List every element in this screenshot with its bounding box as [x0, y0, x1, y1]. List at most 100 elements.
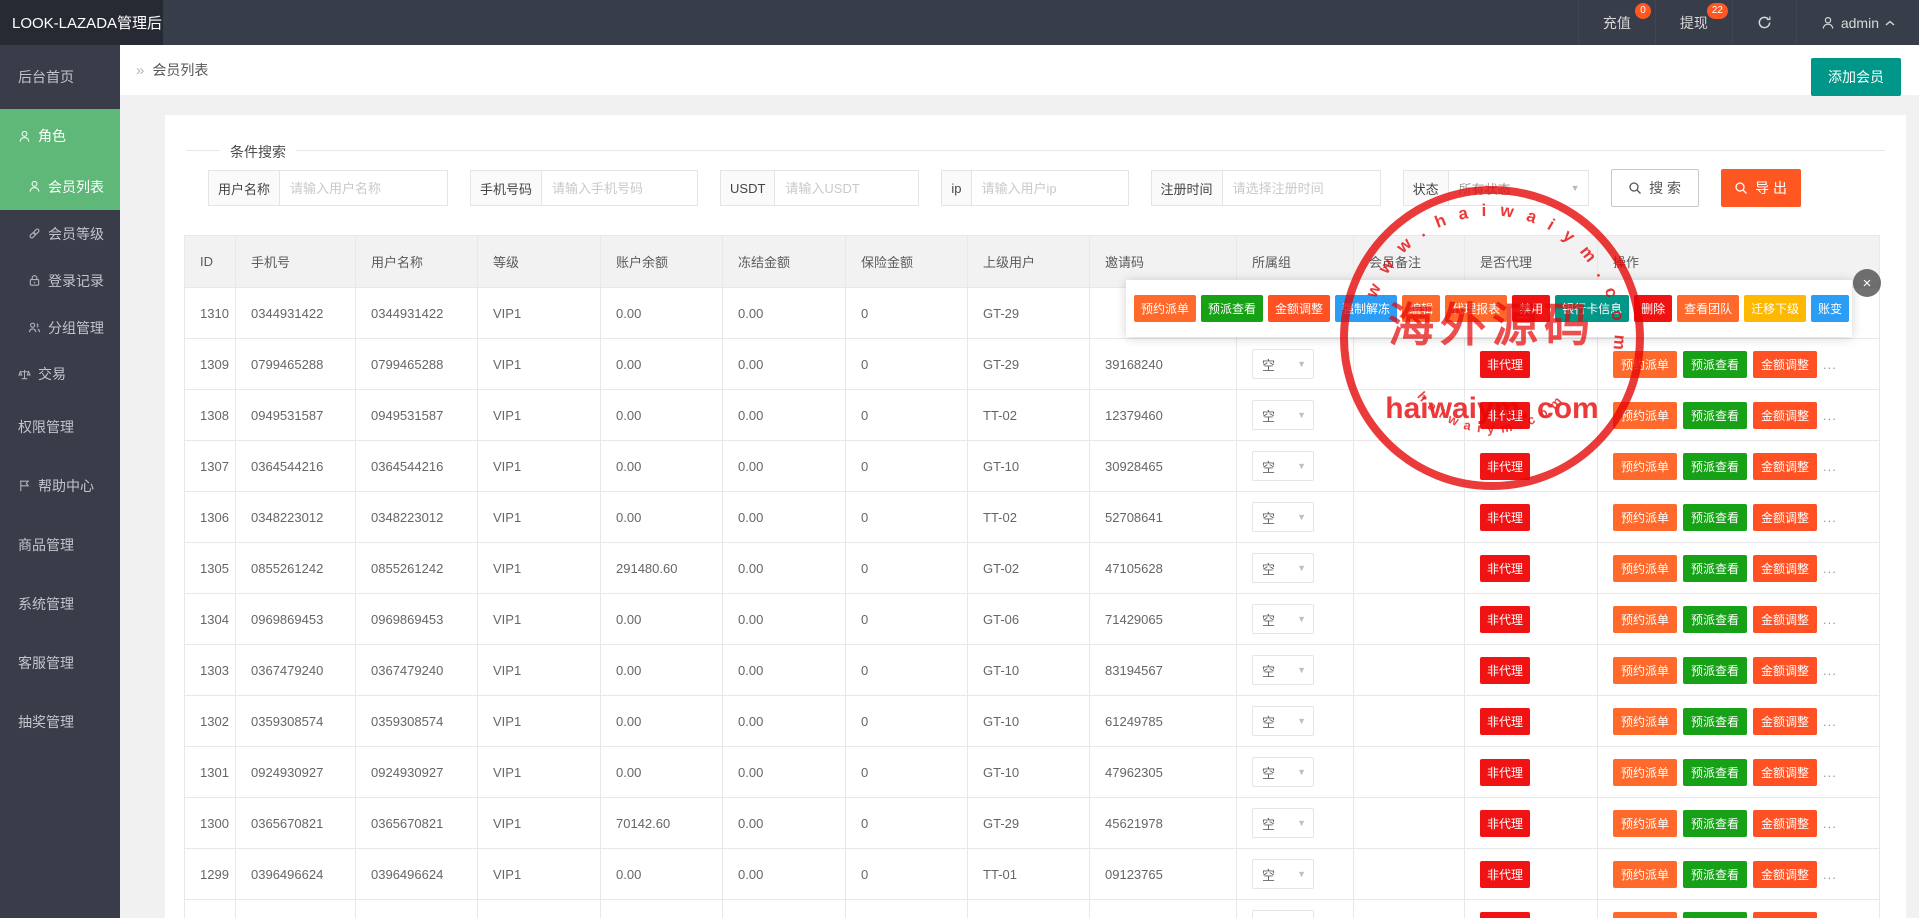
group-select[interactable]: 空▼: [1252, 349, 1314, 379]
expanded-action-button[interactable]: 金额调整: [1268, 295, 1330, 322]
action-button[interactable]: 预派查看: [1683, 555, 1747, 582]
action-button[interactable]: 预派查看: [1683, 861, 1747, 888]
action-button[interactable]: 金额调整: [1753, 504, 1817, 531]
action-button[interactable]: 预约派单: [1613, 861, 1677, 888]
search-button[interactable]: 搜 索: [1611, 169, 1699, 207]
more-actions-ellipsis[interactable]: ...: [1823, 867, 1837, 882]
action-button[interactable]: 预约派单: [1613, 657, 1677, 684]
more-actions-ellipsis[interactable]: ...: [1823, 510, 1837, 525]
more-actions-ellipsis[interactable]: ...: [1823, 357, 1837, 372]
action-button[interactable]: 预派查看: [1683, 606, 1747, 633]
export-button[interactable]: 导 出: [1721, 169, 1801, 207]
group-select[interactable]: 空▼: [1252, 859, 1314, 889]
sidebar-item-4[interactable]: 会员等级: [0, 210, 120, 257]
action-button[interactable]: 预派查看: [1683, 453, 1747, 480]
group-select[interactable]: 空▼: [1252, 910, 1314, 918]
action-button[interactable]: 预派查看: [1683, 708, 1747, 735]
action-button[interactable]: 金额调整: [1753, 759, 1817, 786]
sidebar-item-6[interactable]: 分组管理: [0, 304, 120, 351]
action-button[interactable]: 预派查看: [1683, 402, 1747, 429]
sidebar-item-7[interactable]: 交易: [0, 351, 120, 397]
sidebar-item-13[interactable]: 抽奖管理: [0, 692, 120, 751]
expanded-action-button[interactable]: 禁用: [1512, 295, 1550, 322]
cell-group: 空▼: [1237, 441, 1354, 492]
action-button[interactable]: 金额调整: [1753, 861, 1817, 888]
expanded-action-button[interactable]: 账变: [1811, 295, 1849, 322]
action-button[interactable]: 金额调整: [1753, 453, 1817, 480]
close-icon[interactable]: ×: [1853, 269, 1881, 297]
action-button[interactable]: 预派查看: [1683, 504, 1747, 531]
filter-input[interactable]: [542, 170, 698, 206]
sidebar-item-11[interactable]: 系统管理: [0, 574, 120, 633]
sidebar-item-12[interactable]: 客服管理: [0, 633, 120, 692]
action-button[interactable]: 金额调整: [1753, 555, 1817, 582]
group-select[interactable]: 空▼: [1252, 655, 1314, 685]
add-member-button[interactable]: 添加会员: [1811, 58, 1901, 96]
action-button[interactable]: 预约派单: [1613, 912, 1677, 918]
status-select[interactable]: 所有状态▼: [1449, 170, 1589, 206]
action-button[interactable]: 金额调整: [1753, 351, 1817, 378]
cell-frozen: 0.00: [723, 798, 846, 849]
group-select[interactable]: 空▼: [1252, 400, 1314, 430]
action-button[interactable]: 预约派单: [1613, 759, 1677, 786]
expanded-action-button[interactable]: 强制解冻: [1335, 295, 1397, 322]
action-button[interactable]: 预约派单: [1613, 555, 1677, 582]
group-select[interactable]: 空▼: [1252, 706, 1314, 736]
expanded-action-button[interactable]: 删除: [1634, 295, 1672, 322]
more-actions-ellipsis[interactable]: ...: [1823, 765, 1837, 780]
action-button[interactable]: 预派查看: [1683, 759, 1747, 786]
action-button[interactable]: 预约派单: [1613, 810, 1677, 837]
action-button[interactable]: 预约派单: [1613, 504, 1677, 531]
action-button[interactable]: 金额调整: [1753, 402, 1817, 429]
action-button[interactable]: 预约派单: [1613, 606, 1677, 633]
group-select[interactable]: 空▼: [1252, 808, 1314, 838]
recharge-menu-item[interactable]: 充值 0: [1578, 0, 1655, 45]
expanded-action-button[interactable]: 查看团队: [1677, 295, 1739, 322]
sidebar-item-10[interactable]: 商品管理: [0, 515, 120, 574]
action-button[interactable]: 金额调整: [1753, 606, 1817, 633]
sidebar-item-5[interactable]: 登录记录: [0, 257, 120, 304]
more-actions-ellipsis[interactable]: ...: [1823, 612, 1837, 627]
group-select[interactable]: 空▼: [1252, 553, 1314, 583]
more-actions-ellipsis[interactable]: ...: [1823, 459, 1837, 474]
group-select[interactable]: 空▼: [1252, 451, 1314, 481]
action-button[interactable]: 预派查看: [1683, 657, 1747, 684]
action-button[interactable]: 金额调整: [1753, 708, 1817, 735]
more-actions-ellipsis[interactable]: ...: [1823, 714, 1837, 729]
sidebar-item-3[interactable]: 会员列表: [0, 163, 120, 210]
filter-input[interactable]: [972, 170, 1129, 206]
group-select[interactable]: 空▼: [1252, 502, 1314, 532]
group-select[interactable]: 空▼: [1252, 604, 1314, 634]
refresh-button[interactable]: [1732, 0, 1796, 45]
sidebar-item-9[interactable]: 帮助中心: [0, 456, 120, 515]
filter-input[interactable]: [280, 170, 448, 206]
action-button[interactable]: 金额调整: [1753, 657, 1817, 684]
sidebar-item-8[interactable]: 权限管理: [0, 397, 120, 456]
action-button[interactable]: 金额调整: [1753, 810, 1817, 837]
action-button[interactable]: 预约派单: [1613, 351, 1677, 378]
action-button[interactable]: 金额调整: [1753, 912, 1817, 918]
expanded-action-button[interactable]: 预约派单: [1134, 295, 1196, 322]
user-menu[interactable]: admin: [1796, 0, 1919, 45]
action-button[interactable]: 预派查看: [1683, 810, 1747, 837]
filter-input[interactable]: [775, 170, 919, 206]
more-actions-ellipsis[interactable]: ...: [1823, 816, 1837, 831]
sidebar-item-2[interactable]: 角色: [0, 109, 120, 163]
group-select[interactable]: 空▼: [1252, 757, 1314, 787]
more-actions-ellipsis[interactable]: ...: [1823, 408, 1837, 423]
action-button[interactable]: 预约派单: [1613, 708, 1677, 735]
withdraw-menu-item[interactable]: 提现 22: [1655, 0, 1732, 45]
expanded-action-button[interactable]: 迁移下级: [1744, 295, 1806, 322]
action-button[interactable]: 预约派单: [1613, 402, 1677, 429]
action-button[interactable]: 预派查看: [1683, 351, 1747, 378]
expanded-action-button[interactable]: 代理报表: [1445, 295, 1507, 322]
sidebar-item-1[interactable]: 后台首页: [0, 45, 120, 109]
action-button[interactable]: 预约派单: [1613, 453, 1677, 480]
filter-input[interactable]: [1223, 170, 1381, 206]
expanded-action-button[interactable]: 编辑: [1402, 295, 1440, 322]
expanded-action-button[interactable]: 银行卡信息: [1555, 295, 1629, 322]
expanded-action-button[interactable]: 预派查看: [1201, 295, 1263, 322]
action-button[interactable]: 预派查看: [1683, 912, 1747, 918]
more-actions-ellipsis[interactable]: ...: [1823, 663, 1837, 678]
more-actions-ellipsis[interactable]: ...: [1823, 561, 1837, 576]
